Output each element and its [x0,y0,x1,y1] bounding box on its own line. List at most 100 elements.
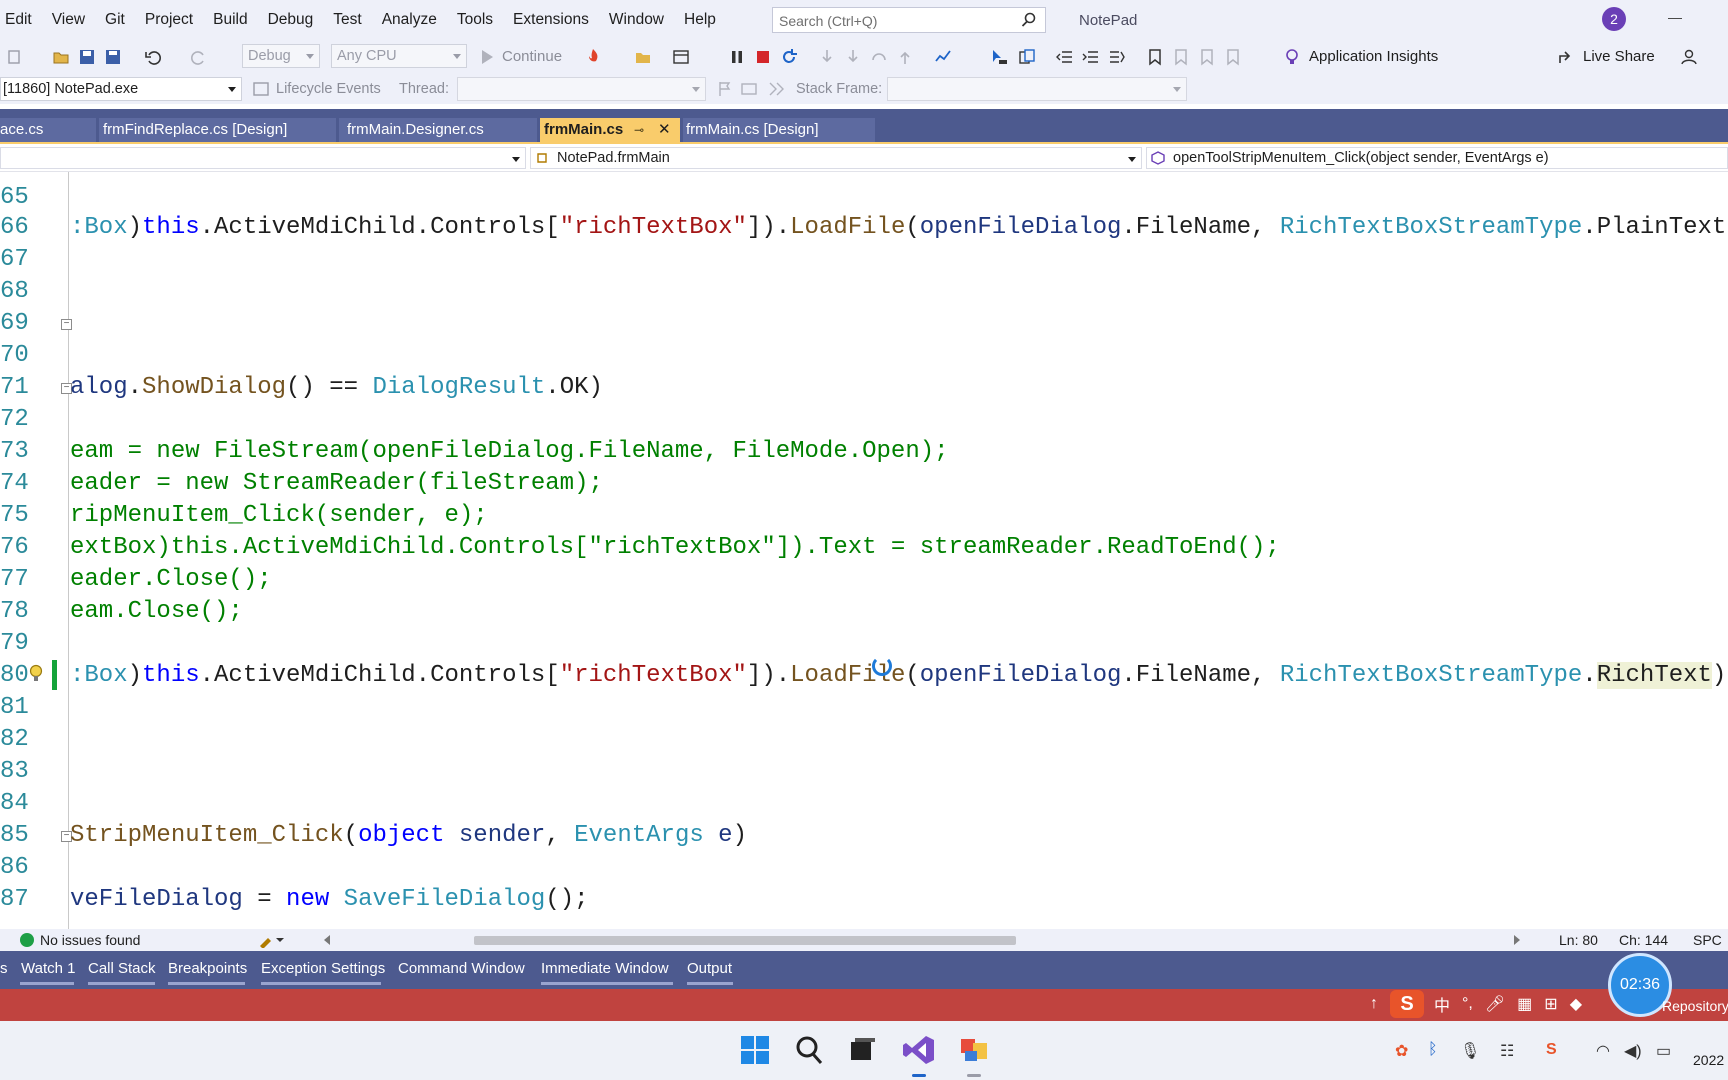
notepad-app-icon[interactable] [957,1033,991,1067]
stack-frame-select[interactable] [887,77,1187,101]
repository-label[interactable]: Repository [1662,998,1728,1014]
tool-tab-output[interactable]: Output [687,960,732,977]
tab-frmmain-cs[interactable]: frmMain.cs ⊸ ✕ [540,118,680,142]
tool-tab-command-window[interactable]: Command Window [398,960,525,977]
minimize-button[interactable] [1668,18,1682,19]
sogou-tray-icon[interactable]: S [1546,1041,1557,1059]
search-input[interactable]: Search (Ctrl+Q) [772,7,1046,33]
outdent-icon[interactable] [1056,48,1074,66]
arrow-up-icon[interactable]: ↑ [1370,995,1378,1013]
sogou-ime-icon[interactable]: S [1390,990,1424,1018]
menu-analyze[interactable]: Analyze [382,11,451,29]
comment-icon[interactable] [1108,48,1126,66]
line-indicator[interactable]: Ln: 80 [1559,932,1598,948]
open-file-icon[interactable] [52,48,70,66]
flag-icon[interactable] [716,80,734,98]
wifi-icon[interactable]: ◠ [1596,1041,1610,1061]
folder-view-icon[interactable] [634,48,652,66]
network-share-icon[interactable]: ☷ [1500,1041,1514,1061]
copy-icon[interactable] [1018,48,1036,66]
feedback-icon[interactable] [1680,48,1698,66]
step-over-icon[interactable] [844,48,862,66]
menu-tools[interactable]: Tools [457,11,507,29]
class-dropdown[interactable]: NotePad.frmMain [530,147,1142,169]
live-share-icon[interactable] [1557,48,1575,66]
continue-icon[interactable] [478,48,496,66]
save-all-icon[interactable] [104,48,122,66]
microphone-icon[interactable]: 🎤︎ [1485,994,1505,1014]
platform-select[interactable]: Any CPU [331,44,467,68]
undo-icon[interactable] [144,48,162,66]
cursor-select-icon[interactable] [990,48,1008,66]
tab-findreplace-cs[interactable]: ace.cs [0,121,43,138]
bookmark-icon[interactable] [1146,48,1164,66]
pin-icon[interactable]: ⊸ [634,123,644,137]
redo-icon[interactable] [190,48,208,66]
menu-project[interactable]: Project [145,11,207,29]
tab-frmmain-design[interactable]: frmMain.cs [Design] [686,121,819,138]
code-editor[interactable]: 65 66 :Box)this.ActiveMdiChild.Controls[… [0,172,1728,929]
tool-tab-watch1[interactable]: Watch 1 [21,960,75,977]
application-insights-button[interactable]: Application Insights [1309,48,1438,65]
bookmark-prev-icon[interactable] [1172,48,1190,66]
thread-filter-icon[interactable] [768,80,786,98]
grid-icon[interactable]: ⊞ [1544,994,1557,1014]
whitespace-mode[interactable]: SPC [1693,932,1722,948]
menu-view[interactable]: View [52,11,99,29]
project-scope-dropdown[interactable] [0,147,526,169]
bookmark-next-icon[interactable] [1198,48,1216,66]
process-select[interactable]: [11860] NotePad.exe [0,77,242,101]
tool-tab-exception-settings[interactable]: Exception Settings [261,960,385,977]
menu-build[interactable]: Build [213,11,261,29]
horizontal-scrollbar[interactable] [474,936,1016,945]
git-icon[interactable]: ◆ [1570,994,1582,1014]
punctuation-icon[interactable]: °, [1462,995,1473,1013]
tab-frmmain-designer-cs[interactable]: frmMain.Designer.cs [347,121,484,138]
lightbulb-icon[interactable] [1283,48,1301,66]
step-back-icon[interactable] [870,48,888,66]
bluetooth-icon[interactable]: ᛒ [1428,1041,1438,1059]
step-out-icon[interactable] [896,48,914,66]
clock[interactable]: 2022 [1693,1052,1724,1068]
diagnostic-icon[interactable] [934,48,952,66]
member-dropdown[interactable]: openToolStripMenuItem_Click(object sende… [1146,147,1728,169]
tool-tab-call-stack[interactable]: Call Stack [88,960,156,977]
configuration-select[interactable]: Debug [242,44,320,68]
microphone-icon[interactable]: 🎙︎ [1460,1041,1480,1061]
menu-git[interactable]: Git [105,11,139,29]
tool-tab-partial[interactable]: s [0,960,8,977]
collapse-icon[interactable]: − [61,319,72,330]
scroll-left-icon[interactable] [322,934,332,946]
continue-label[interactable]: Continue [502,48,562,65]
tool-tab-immediate-window[interactable]: Immediate Window [541,960,669,977]
bookmark-clear-icon[interactable] [1224,48,1242,66]
scroll-right-icon[interactable] [1512,934,1522,946]
lifecycle-events-button[interactable]: Lifecycle Events [276,81,381,97]
tool-tab-breakpoints[interactable]: Breakpoints [168,960,247,977]
notification-badge[interactable]: 2 [1602,7,1626,31]
keyboard-icon[interactable]: ▦ [1517,994,1532,1014]
pause-icon[interactable] [728,48,746,66]
volume-icon[interactable]: ◀) [1624,1041,1642,1061]
search-icon[interactable] [1021,12,1037,28]
new-item-icon[interactable] [6,48,24,66]
tab-frmfindreplace-design[interactable]: frmFindReplace.cs [Design] [103,121,287,138]
brush-icon[interactable] [258,932,284,948]
battery-icon[interactable]: ▭ [1656,1041,1671,1061]
issues-indicator[interactable]: No issues found [20,932,140,948]
stack-icon[interactable] [740,80,758,98]
hot-reload-icon[interactable] [584,48,602,66]
stop-icon[interactable] [754,48,772,66]
save-icon[interactable] [78,48,96,66]
tray-app-icon[interactable]: ✿ [1395,1041,1408,1061]
thread-select[interactable] [457,77,706,101]
task-view-icon[interactable] [845,1033,879,1067]
menu-edit[interactable]: Edit [5,11,46,29]
step-into-icon[interactable] [818,48,836,66]
menu-test[interactable]: Test [333,11,375,29]
indent-icon[interactable] [1082,48,1100,66]
layout-icon[interactable] [672,48,690,66]
search-icon[interactable] [792,1033,826,1067]
chinese-mode-icon[interactable]: 中 [1434,992,1450,1016]
windows-start-icon[interactable] [738,1033,772,1067]
